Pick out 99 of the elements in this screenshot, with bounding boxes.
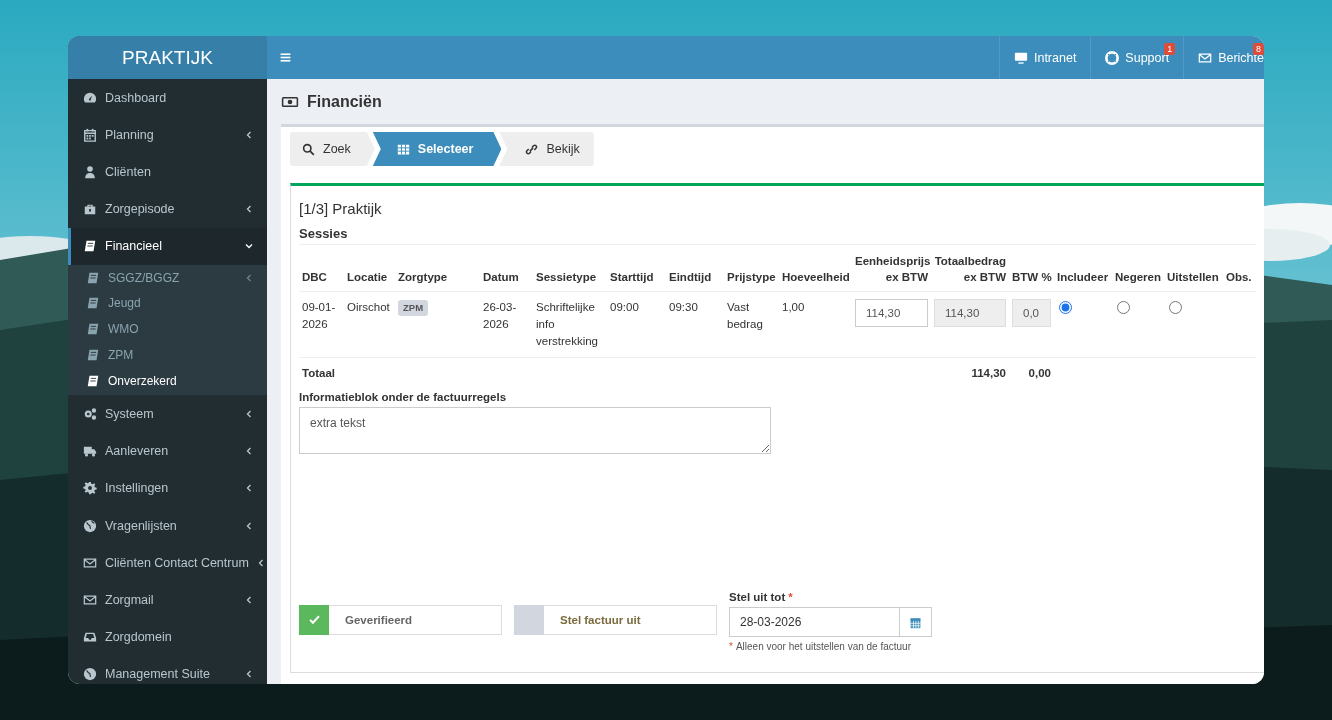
submenu-item[interactable]: Jeugd xyxy=(68,290,267,317)
column-header: Uitstellen xyxy=(1167,271,1219,283)
sidebar-item[interactable]: Zorgmail xyxy=(68,581,267,619)
checkbox-toggle[interactable]: Stel factuur uit xyxy=(514,605,717,635)
page-title: Financiën xyxy=(307,92,382,111)
notification-badge: 1 xyxy=(1164,43,1176,55)
brand-title: PRAKTIJK xyxy=(68,36,267,79)
gauge-icon xyxy=(83,90,97,105)
sidebar-item[interactable]: Planning xyxy=(68,116,267,154)
monitor-icon xyxy=(1013,50,1028,65)
radio-button[interactable] xyxy=(1169,301,1182,314)
book-icon xyxy=(86,296,100,311)
notification-badge: 8 xyxy=(1253,43,1264,55)
sidebar-item[interactable]: Financieel xyxy=(68,227,267,265)
total-vat: 0,00 xyxy=(1028,367,1051,379)
table-icon xyxy=(396,142,410,156)
briefcase-icon xyxy=(83,202,97,217)
person-icon xyxy=(83,164,97,179)
required-mark: * xyxy=(729,641,733,652)
sidebar-item[interactable]: Cliënten xyxy=(68,153,267,191)
wizard-step[interactable]: Bekijk xyxy=(499,132,594,166)
column-header: Negeren xyxy=(1115,271,1162,283)
total-amount: 114,30 xyxy=(971,367,1006,379)
required-mark: * xyxy=(788,590,793,604)
table-cell: 26-03-2026 xyxy=(483,301,517,330)
sidebar-item[interactable]: Systeem xyxy=(68,395,267,433)
date-input[interactable]: 28-03-2026 xyxy=(729,607,900,637)
sidebar-item[interactable]: Zorgepisode xyxy=(68,190,267,228)
column-header: Sessietype xyxy=(536,271,597,283)
radio-button[interactable] xyxy=(1117,301,1130,314)
calendar-button[interactable] xyxy=(900,607,932,637)
column-header: Obs. xyxy=(1226,271,1252,283)
gears-icon xyxy=(83,406,97,421)
calendar-icon xyxy=(909,615,922,629)
column-header: Totaalbedrag ex BTW xyxy=(934,255,1006,283)
column-header: Eindtijd xyxy=(669,271,712,283)
column-header: Prijstype xyxy=(727,271,776,283)
panel-title: [1/3] Praktijk xyxy=(299,200,383,217)
column-header: Zorgtype xyxy=(398,271,448,283)
column-header: Eenheidsprijs ex BTW xyxy=(855,255,931,283)
vat-input[interactable]: 0,0 xyxy=(1012,299,1051,327)
column-header: Datum xyxy=(483,271,519,283)
book-icon xyxy=(83,239,97,254)
book-icon xyxy=(86,373,100,388)
sidebar-item[interactable]: Management Suite xyxy=(68,655,267,684)
sidebar-item[interactable]: Aanleveren xyxy=(68,432,267,470)
nav-link[interactable]: Intranet xyxy=(998,36,1091,79)
column-header: Locatie xyxy=(347,271,388,283)
unit-price-input[interactable]: 114,30 xyxy=(855,299,928,327)
sidebar-item[interactable]: Instellingen xyxy=(68,469,267,507)
link-icon xyxy=(525,142,539,156)
submenu-item[interactable]: WMO xyxy=(68,316,267,342)
radio-button[interactable] xyxy=(1059,301,1072,314)
search-icon xyxy=(302,142,315,156)
envelope-icon xyxy=(83,555,97,570)
column-header: Hoeveelheid xyxy=(782,271,850,283)
sidebar-item[interactable]: Vragenlijsten xyxy=(68,506,267,545)
table-cell: 09:30 xyxy=(669,301,698,313)
submenu-item[interactable]: SGGZ/BGGZ xyxy=(68,264,267,291)
sidebar-item[interactable]: Dashboard xyxy=(68,79,267,117)
submenu-item[interactable]: ZPM xyxy=(68,342,267,368)
section-title: Sessies xyxy=(299,226,1256,245)
lifebuoy-icon xyxy=(1105,50,1120,65)
book-icon xyxy=(86,322,100,337)
envelope-icon xyxy=(1198,50,1213,65)
book-icon xyxy=(86,347,100,362)
care-type-tag: ZPM xyxy=(398,300,429,316)
help-text: Alleen voor het uitstellen van de factuur xyxy=(735,641,911,652)
book-icon xyxy=(86,270,100,285)
checkbox-toggle[interactable]: Geverifieerd xyxy=(299,605,502,635)
info-textarea[interactable]: extra tekst xyxy=(299,407,771,454)
field-label: Stel uit tot xyxy=(729,590,786,604)
settings-icon xyxy=(83,481,97,496)
envelope-icon xyxy=(83,592,97,607)
sidebar-item[interactable]: Cliënten Contact Centrum xyxy=(68,544,267,582)
total-amount-input[interactable]: 114,30 xyxy=(934,299,1006,327)
truck-icon xyxy=(83,444,97,459)
column-header: BTW % xyxy=(1012,271,1052,283)
table-cell: 1,00 xyxy=(782,301,805,313)
field-label: Informatieblok onder de factuurregels xyxy=(299,391,508,403)
globe-icon xyxy=(83,518,97,533)
check-icon xyxy=(307,613,321,626)
menu-icon xyxy=(278,51,292,64)
table-cell: Vast bedrag xyxy=(727,301,763,330)
total-label: Totaal xyxy=(302,367,335,379)
sidebar-item[interactable]: Zorgdomein xyxy=(68,618,267,656)
calendar-icon xyxy=(83,127,97,142)
table-cell: 09:00 xyxy=(610,301,639,313)
column-header: DBC xyxy=(302,271,327,283)
column-header: Includeer xyxy=(1057,271,1109,283)
nav-link[interactable]: Berichte 8 xyxy=(1183,36,1264,79)
submenu-item[interactable]: Onverzekerd xyxy=(68,367,267,394)
wizard-step[interactable]: Zoek xyxy=(290,132,375,166)
table-cell: Oirschot xyxy=(347,301,390,313)
wizard-step[interactable]: Selecteer xyxy=(372,132,502,166)
table-cell: 09-01-2026 xyxy=(302,301,336,330)
money-icon xyxy=(281,94,299,109)
table-cell: Schriftelijke info verstrekking xyxy=(536,301,598,347)
column-header: Starttijd xyxy=(610,271,654,283)
